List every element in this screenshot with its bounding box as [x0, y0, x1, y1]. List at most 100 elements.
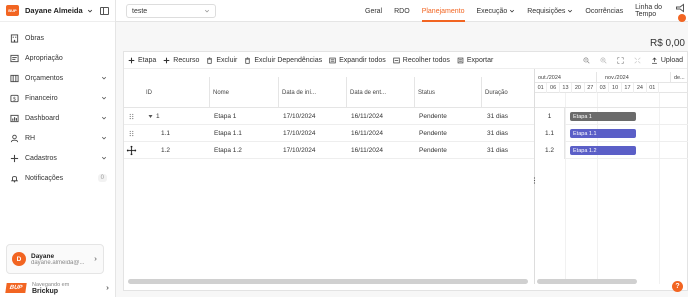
- row-duration: 31 dias: [487, 113, 508, 120]
- tab-label: Requisições: [527, 7, 566, 15]
- sidebar-item-apropriacao[interactable]: Apropriação: [0, 48, 115, 68]
- tab-label: Planejamento: [421, 7, 465, 15]
- plus-icon: [10, 154, 19, 163]
- upload-button[interactable]: Upload: [651, 57, 683, 64]
- gantt-bar[interactable]: Etapa 1.1: [570, 129, 636, 138]
- row-duration: 31 dias: [487, 147, 508, 154]
- gantt-bar[interactable]: Etapa 1.2: [570, 146, 636, 155]
- row-duration: 31 dias: [487, 130, 508, 137]
- sidebar-item-label: Cadastros: [25, 154, 57, 162]
- megaphone-icon[interactable]: [675, 3, 685, 13]
- tab-linha-do-tempo[interactable]: Linha do Tempo: [635, 0, 676, 22]
- plus-icon: [163, 57, 170, 63]
- drag-handle-icon[interactable]: [129, 113, 134, 120]
- day-label: 13: [560, 83, 573, 93]
- add-etapa-button[interactable]: Etapa: [128, 57, 156, 64]
- chevron-down-icon: [101, 136, 107, 140]
- sidebar-item-financeiro[interactable]: $ Financeiro: [0, 88, 115, 108]
- column-header-nome[interactable]: Nome: [210, 77, 279, 108]
- fit-icon[interactable]: [634, 56, 641, 64]
- column-header-id[interactable]: ID: [124, 77, 210, 108]
- gantt-bar[interactable]: Etapa 1: [570, 112, 636, 121]
- sidebar-item-rh[interactable]: RH: [0, 128, 115, 148]
- add-recurso-button[interactable]: Recurso: [163, 57, 199, 64]
- zoom-in-icon[interactable]: [600, 56, 607, 64]
- project-select[interactable]: teste: [126, 4, 216, 18]
- gantt-row-id: 1.2: [535, 142, 565, 159]
- tab-rdo[interactable]: RDO: [394, 0, 410, 22]
- sidebar-item-label: RH: [25, 134, 36, 142]
- tab-planejamento[interactable]: Planejamento: [421, 0, 465, 22]
- collapse-all-button[interactable]: Recolher todos: [393, 57, 450, 64]
- delete-dependencies-button[interactable]: Excluir Dependências: [244, 57, 322, 64]
- tab-geral[interactable]: Geral: [365, 0, 382, 22]
- sidebar-item-orcamentos[interactable]: Orçamentos: [0, 68, 115, 88]
- sidebar-item-label: Financeiro: [25, 94, 58, 102]
- company-logo: BUP: [5, 283, 27, 293]
- column-header-status[interactable]: Status: [415, 77, 482, 108]
- trash-icon: [207, 56, 213, 64]
- svg-text:$: $: [13, 96, 16, 102]
- sidebar-toggle-icon[interactable]: [100, 6, 109, 15]
- table-row[interactable]: 1.2 Etapa 1.2 17/10/2024 16/11/2024 Pend…: [124, 142, 534, 159]
- chevron-down-icon: [568, 9, 573, 13]
- sidebar-item-notificacoes[interactable]: Notificações 0: [0, 168, 115, 188]
- notification-count-badge: 0: [97, 174, 107, 182]
- button-label: Excluir: [216, 56, 238, 64]
- row-status: Pendente: [419, 130, 447, 137]
- fullscreen-icon[interactable]: [617, 56, 624, 64]
- top-bar: teste Geral RDO Planejamento Execução Re…: [116, 0, 688, 22]
- tab-ocorrencias[interactable]: Ocorrências: [585, 0, 623, 22]
- month-label: de...: [674, 74, 685, 81]
- gantt-horizontal-scrollbar[interactable]: [537, 279, 637, 284]
- project-select-value: teste: [132, 7, 148, 15]
- grid-horizontal-scrollbar[interactable]: [128, 279, 528, 284]
- drag-handle-icon[interactable]: [129, 130, 134, 137]
- expand-icon: [329, 57, 336, 63]
- row-start: 17/10/2024: [283, 147, 316, 154]
- row-end: 16/11/2024: [351, 147, 384, 154]
- help-button[interactable]: ?: [672, 281, 683, 292]
- chevron-down-icon: [510, 9, 515, 13]
- column-header-start[interactable]: Data de iní...: [279, 77, 347, 108]
- chevron-down-icon[interactable]: [87, 8, 93, 14]
- upload-icon: [651, 57, 657, 64]
- total-value: R$ 0,00: [649, 38, 685, 49]
- tab-label: Geral: [365, 7, 383, 15]
- column-header-duration[interactable]: Duração: [482, 77, 534, 108]
- expand-all-button[interactable]: Expandir todos: [329, 57, 386, 64]
- sidebar-item-label: Apropriação: [25, 54, 63, 62]
- company-switcher[interactable]: BUP Navegando em Brickup: [5, 280, 110, 296]
- notification-dot[interactable]: [678, 14, 686, 22]
- sidebar-item-obras[interactable]: Obras: [0, 28, 115, 48]
- tab-requisicoes[interactable]: Requisições: [527, 0, 573, 22]
- table-row[interactable]: 1 Etapa 1 17/10/2024 16/11/2024 Pendente…: [124, 108, 534, 125]
- delete-button[interactable]: Excluir: [206, 57, 237, 64]
- dollar-icon: $: [10, 94, 19, 103]
- sidebar-item-cadastros[interactable]: Cadastros: [0, 148, 115, 168]
- row-start: 17/10/2024: [283, 130, 316, 137]
- collapse-caret-icon[interactable]: [148, 114, 153, 119]
- sidebar-item-label: Orçamentos: [25, 74, 64, 82]
- gantt-panel: Etapa Recurso Excluir Excluir Dependênci…: [123, 51, 688, 291]
- tab-execucao[interactable]: Execução: [477, 0, 516, 22]
- user-name[interactable]: Dayane Almeida: [25, 6, 83, 15]
- gantt-row[interactable]: 1 Etapa 1: [535, 108, 688, 125]
- gantt-row[interactable]: 1.2 Etapa 1.2: [535, 142, 688, 159]
- export-button[interactable]: Exportar: [457, 57, 493, 64]
- button-label: Etapa: [138, 56, 157, 64]
- gantt-row[interactable]: 1.1 Etapa 1.1: [535, 125, 688, 142]
- move-cursor-icon[interactable]: [126, 145, 137, 156]
- column-header-end[interactable]: Data de ent...: [347, 77, 415, 108]
- zoom-out-icon[interactable]: [583, 56, 590, 64]
- row-end: 16/11/2024: [351, 113, 384, 120]
- sidebar-item-dashboard[interactable]: Dashboard: [0, 108, 115, 128]
- sidebar: BUP Dayane Almeida Obras Apropriação Orç…: [0, 0, 116, 297]
- gantt-spacer-row: [535, 93, 688, 108]
- task-grid: ID Nome Data de iní... Data de ent... St…: [124, 69, 534, 284]
- table-row[interactable]: 1.1 Etapa 1.1 17/10/2024 16/11/2024 Pend…: [124, 125, 534, 142]
- collapse-icon: [393, 57, 400, 63]
- day-label: 01: [535, 83, 548, 93]
- user-profile-card[interactable]: D Dayane dayane.almeida@...: [6, 244, 104, 274]
- day-label: 27: [585, 83, 597, 93]
